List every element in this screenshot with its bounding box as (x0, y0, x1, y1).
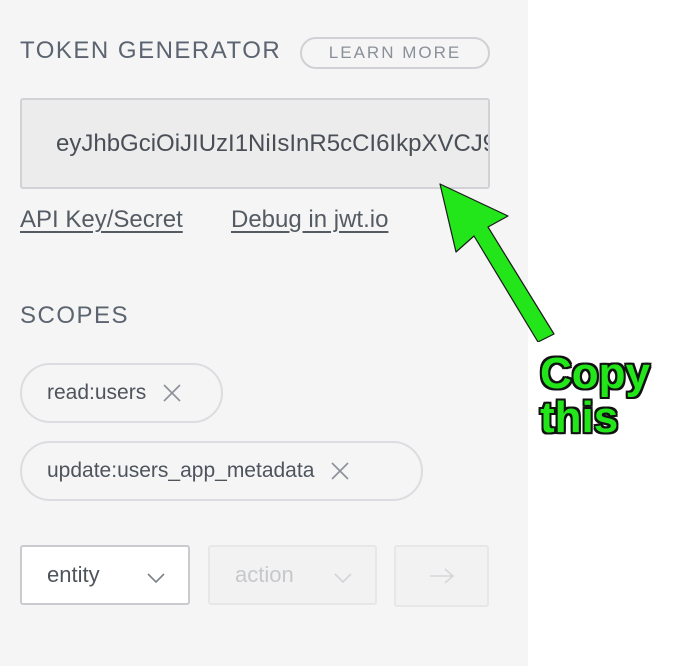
debug-jwt-link[interactable]: Debug in jwt.io (231, 206, 388, 234)
scope-chip-label: update:users_app_metadata (47, 459, 315, 482)
api-key-secret-link[interactable]: API Key/Secret (20, 206, 183, 234)
scope-chip-read-users: read:users (20, 363, 223, 423)
learn-more-button[interactable]: LEARN MORE (300, 37, 490, 69)
scope-chip-update-users-app-metadata: update:users_app_metadata (20, 441, 423, 501)
action-select[interactable]: action (208, 545, 377, 605)
scope-chip-label: read:users (47, 381, 147, 404)
entity-select[interactable]: entity (20, 545, 190, 605)
arrow-right-icon (429, 568, 454, 584)
chevron-down-icon (334, 573, 352, 584)
annotation-line-1: Copy (540, 349, 650, 398)
token-value: eyJhbGciOiJIUzI1NiIsInR5cCI6IkpXVCJ9 (56, 130, 490, 157)
annotation-line-2: this (540, 393, 619, 442)
scopes-title: SCOPES (20, 302, 130, 329)
copy-this-annotation: Copy this (540, 352, 650, 440)
close-icon[interactable] (160, 381, 184, 405)
token-generator-title: TOKEN GENERATOR (20, 37, 282, 64)
arrow-pointer-icon (439, 183, 555, 342)
entity-select-value: entity (47, 562, 100, 587)
close-icon[interactable] (328, 459, 352, 483)
token-field[interactable]: eyJhbGciOiJIUzI1NiIsInR5cCI6IkpXVCJ9 (20, 98, 490, 189)
action-select-value: action (235, 562, 294, 587)
learn-more-label: LEARN MORE (328, 43, 462, 62)
chevron-down-icon (147, 573, 165, 584)
add-scope-button[interactable] (394, 545, 489, 607)
